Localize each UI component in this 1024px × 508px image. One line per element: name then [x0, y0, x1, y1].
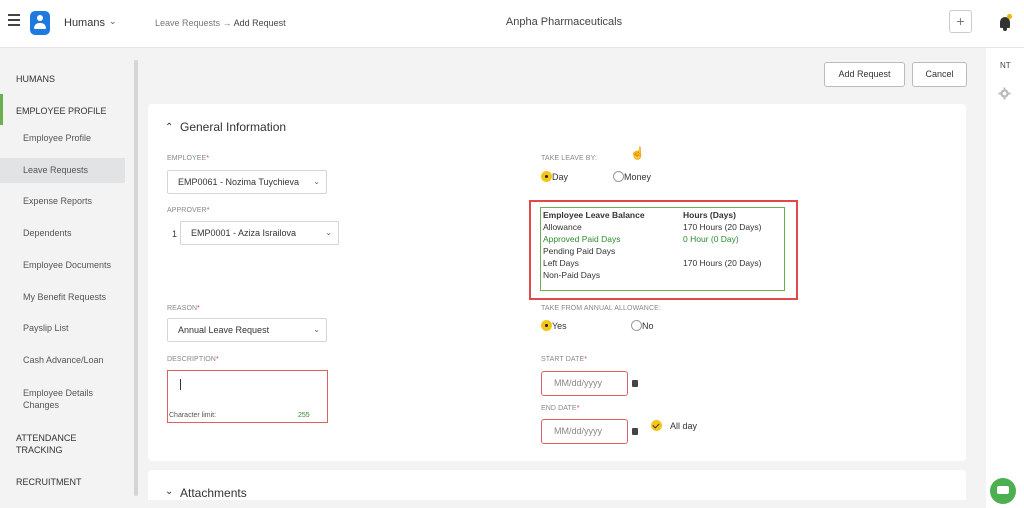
radio-money[interactable]: Money [613, 171, 651, 182]
end-date-input[interactable]: MM/dd/yyyy [541, 419, 628, 444]
add-request-button[interactable]: Add Request [824, 62, 905, 87]
sidebar-item-details-changes[interactable]: Employee Details Changes [0, 386, 110, 414]
top-bar: Humans ⌄ Leave Requests → Add Request An… [0, 0, 1024, 48]
cancel-button[interactable]: Cancel [912, 62, 967, 87]
description-label: DESCRIPTION* [167, 356, 219, 363]
end-date-label: END DATE* [541, 405, 580, 412]
user-initials-avatar[interactable]: NT [1000, 61, 1011, 70]
approver-select[interactable]: EMP0001 - Aziza Israilova ⌄ [180, 221, 339, 245]
chevron-down-icon: ⌄ [313, 325, 320, 334]
notification-dot [1007, 14, 1012, 19]
start-date-label: START DATE* [541, 356, 588, 363]
leave-balance-table: Employee Leave Balance Hours (Days) Allo… [540, 207, 785, 291]
right-rail [986, 48, 1024, 508]
sidebar-section-attendance[interactable]: ATTENDANCE TRACKING [16, 432, 96, 456]
sidebar-item-dependents[interactable]: Dependents [0, 221, 125, 246]
add-new-button[interactable]: + [949, 10, 972, 33]
sidebar-active-indicator [0, 94, 3, 125]
reason-select[interactable]: Annual Leave Request ⌄ [167, 318, 327, 342]
all-day-checkbox[interactable] [651, 420, 662, 431]
chevron-up-icon[interactable]: ⌃ [165, 122, 173, 133]
radio-yes[interactable]: Yes [541, 320, 567, 331]
char-limit-count: 255 [298, 412, 310, 419]
radio-unselected-icon [613, 171, 624, 182]
chevron-down-icon[interactable]: ⌄ [165, 486, 173, 497]
sidebar-item-expense-reports[interactable]: Expense Reports [0, 189, 125, 214]
all-day-label: All day [670, 421, 698, 431]
sidebar-item-employee-profile[interactable]: Employee Profile [0, 126, 125, 151]
sidebar-scrollbar[interactable] [134, 60, 138, 496]
approver-index: 1 [172, 229, 178, 239]
chevron-down-icon: ⌄ [325, 228, 332, 237]
radio-unselected-icon [631, 320, 642, 331]
calendar-icon[interactable] [632, 380, 638, 387]
employee-select[interactable]: EMP0061 - Nozima Tuychieva ⌄ [167, 170, 327, 194]
radio-no[interactable]: No [631, 320, 654, 331]
sidebar: HUMANS EMPLOYEE PROFILE Employee Profile… [0, 48, 138, 508]
calendar-icon[interactable] [632, 428, 638, 435]
sidebar-section-employee-profile[interactable]: EMPLOYEE PROFILE [16, 105, 107, 117]
employee-label: EMPLOYEE* [167, 155, 210, 162]
sidebar-item-benefit-requests[interactable]: My Benefit Requests [0, 285, 125, 310]
balance-header-right: Hours (Days) [683, 210, 736, 220]
attachments-card [148, 470, 966, 500]
company-name: Anpha Pharmaceuticals [505, 16, 623, 28]
sidebar-item-payslip-list[interactable]: Payslip List [0, 316, 125, 341]
annual-allowance-label: TAKE FROM ANNUAL ALLOWANCE: [541, 305, 661, 312]
approver-label: APPROVER* [167, 207, 210, 214]
reason-label: REASON* [167, 305, 200, 312]
sidebar-item-cash-advance[interactable]: Cash Advance/Loan [0, 348, 125, 373]
radio-selected-icon [541, 171, 552, 182]
hand-cursor-icon: ☝ [630, 146, 645, 160]
sidebar-item-employee-documents[interactable]: Employee Documents [0, 253, 125, 278]
gear-icon[interactable] [998, 87, 1011, 100]
take-leave-label: TAKE LEAVE BY: [541, 155, 597, 162]
radio-day[interactable]: Day [541, 171, 568, 182]
section-title-general[interactable]: General Information [180, 120, 286, 134]
balance-header-left: Employee Leave Balance [543, 210, 645, 220]
chat-icon[interactable] [990, 478, 1016, 504]
sidebar-item-leave-requests[interactable]: Leave Requests [0, 158, 125, 183]
radio-selected-icon [541, 320, 552, 331]
sidebar-section-recruitment[interactable]: RECRUITMENT [16, 476, 82, 488]
char-limit-label: Character limit: [169, 412, 217, 419]
sidebar-section-humans[interactable]: HUMANS [16, 73, 55, 85]
start-date-input[interactable]: MM/dd/yyyy [541, 371, 628, 396]
chevron-down-icon: ⌄ [313, 177, 320, 186]
section-title-attachments[interactable]: Attachments [180, 486, 247, 500]
